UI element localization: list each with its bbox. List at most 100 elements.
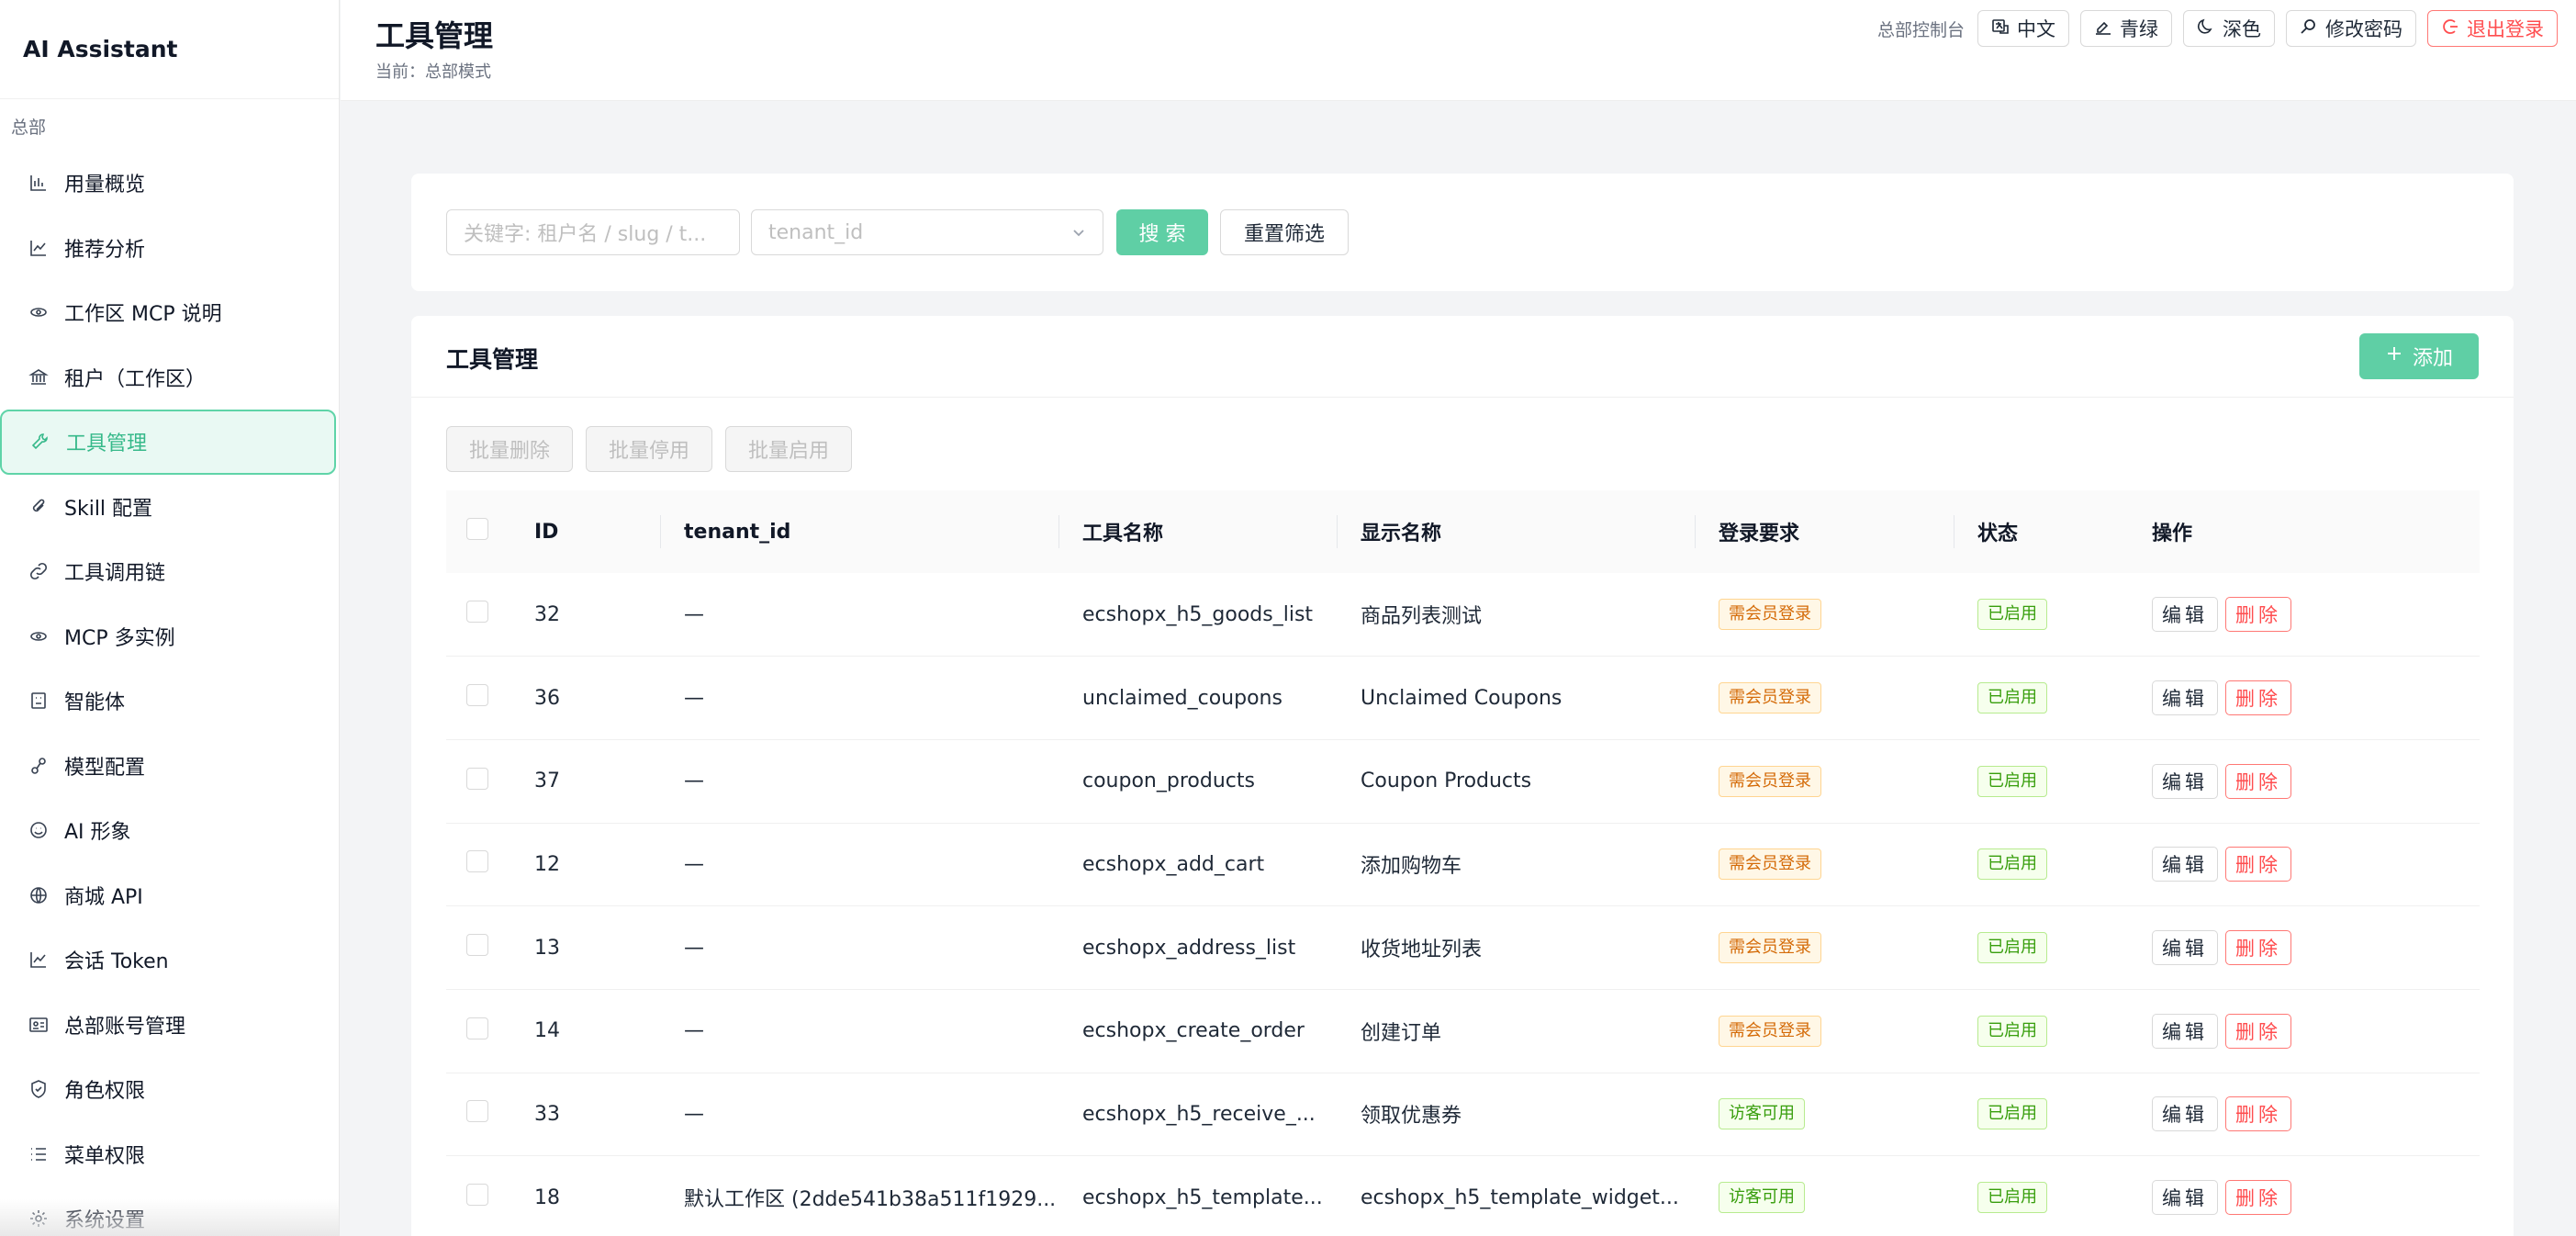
sidebar-item-14[interactable]: 角色权限 bbox=[0, 1057, 337, 1122]
cell-actions: 编辑 删除 bbox=[2128, 739, 2480, 823]
link-icon bbox=[28, 560, 50, 582]
cell-tool-name: ecshopx_h5_goods_list bbox=[1082, 602, 1314, 626]
search-button[interactable]: 搜 索 bbox=[1116, 209, 1208, 255]
bar-chart-icon bbox=[28, 172, 50, 194]
cell-id: 37 bbox=[534, 770, 560, 793]
sidebar-item-8[interactable]: 智能体 bbox=[0, 669, 337, 734]
row-checkbox[interactable] bbox=[446, 657, 510, 740]
sidebar-item-12[interactable]: 会话 Token bbox=[0, 927, 337, 993]
status-badge: 已启用 bbox=[1977, 932, 2047, 964]
sidebar-item-label: 商城 API bbox=[64, 885, 143, 909]
sidebar-item-1[interactable]: 推荐分析 bbox=[0, 216, 337, 281]
sidebar-item-7[interactable]: MCP 多实例 bbox=[0, 604, 337, 669]
sidebar-item-label: 工作区 MCP 说明 bbox=[64, 303, 222, 327]
edit-button[interactable]: 编辑 bbox=[2152, 847, 2218, 882]
batch-enable-button[interactable]: 批量启用 bbox=[725, 426, 853, 472]
cell-tenant-id: — bbox=[684, 602, 704, 626]
console-label: 总部控制台 bbox=[1876, 19, 1965, 40]
sidebar-item-15[interactable]: 菜单权限 bbox=[0, 1122, 337, 1187]
edit-button[interactable]: 编辑 bbox=[2152, 597, 2218, 633]
robot-icon bbox=[28, 690, 50, 712]
table-row: 33 — ecshopx_h5_receive_... 领取优惠券 访客可用 已启用 编辑删… bbox=[446, 1073, 2480, 1156]
edit-button[interactable]: 编辑 bbox=[2152, 680, 2218, 716]
keyword-placeholder: 关键字: 租户名 / slug / t... bbox=[464, 223, 707, 246]
cell-display-name: 领取优惠券 bbox=[1361, 1105, 1462, 1129]
keyword-search-input[interactable]: 关键字: 租户名 / slug / t... bbox=[446, 209, 740, 255]
sidebar-item-label: Skill 配置 bbox=[64, 497, 153, 521]
table-row: 12 — ecshopx_add_cart 添加购物车 需会员登录 已启用 编辑 删除 bbox=[446, 823, 2480, 906]
edit-button[interactable]: 编辑 bbox=[2152, 1013, 2218, 1049]
cell-tenant-id: — bbox=[684, 936, 704, 960]
row-checkbox[interactable] bbox=[446, 823, 510, 906]
language-button[interactable]: 中文 bbox=[1977, 10, 2069, 47]
sidebar-item-10[interactable]: AI 形象 bbox=[0, 798, 337, 863]
row-checkbox[interactable] bbox=[446, 573, 510, 657]
header-actions: 总部控制台 中文 青绿 深色 修改密码 退出登录 bbox=[1877, 10, 2558, 47]
page-title: 工具管理 bbox=[375, 18, 494, 53]
cell-login-requirement: 需会员登录 bbox=[1695, 989, 1954, 1073]
cell-login-requirement: 需会员登录 bbox=[1695, 739, 1954, 823]
tools-table: ID tenant_id 工具名称 显示名称 登录要求 状态 操作 32 — ecs… bbox=[446, 490, 2480, 1236]
sidebar-item-5[interactable]: Skill 配置 bbox=[0, 475, 337, 540]
logout-button[interactable]: 退出登录 bbox=[2427, 10, 2558, 47]
column-header-status: 状态 bbox=[1954, 490, 2128, 573]
cell-actions: 编辑 删除 bbox=[2128, 657, 2480, 740]
row-checkbox[interactable] bbox=[446, 906, 510, 990]
sidebar-item-2[interactable]: 工作区 MCP 说明 bbox=[0, 280, 337, 345]
sidebar-item-0[interactable]: 用量概览 bbox=[0, 151, 337, 216]
cell-status: 已启用 bbox=[1954, 573, 2128, 657]
select-all-checkbox[interactable] bbox=[446, 490, 510, 573]
cell-status: 已启用 bbox=[1954, 1073, 2128, 1156]
row-checkbox[interactable] bbox=[446, 1156, 510, 1236]
globe-icon bbox=[28, 884, 50, 906]
reset-filter-button[interactable]: 重置筛选 bbox=[1220, 209, 1349, 255]
delete-button[interactable]: 删除 bbox=[2225, 1013, 2291, 1049]
cell-tool-name: unclaimed_coupons bbox=[1082, 686, 1282, 710]
add-button[interactable]: 添加 bbox=[2359, 333, 2479, 379]
sidebar-item-label: 角色权限 bbox=[64, 1080, 146, 1104]
status-badge: 已启用 bbox=[1977, 1098, 2047, 1130]
sidebar-item-13[interactable]: 总部账号管理 bbox=[0, 993, 337, 1058]
edit-button[interactable]: 编辑 bbox=[2152, 1180, 2218, 1216]
cell-login-requirement: 需会员登录 bbox=[1695, 823, 1954, 906]
delete-button[interactable]: 删除 bbox=[2225, 1180, 2291, 1216]
cell-tool-name: ecshopx_create_order bbox=[1082, 1019, 1305, 1043]
cell-id: 12 bbox=[534, 852, 560, 876]
edit-button[interactable]: 编辑 bbox=[2152, 930, 2218, 966]
cell-status: 已启用 bbox=[1954, 1156, 2128, 1236]
sidebar-item-3[interactable]: 租户（工作区） bbox=[0, 345, 337, 410]
cell-display-name: 创建订单 bbox=[1361, 1021, 1442, 1045]
tenant-id-select[interactable]: tenant_id bbox=[751, 209, 1103, 255]
cell-tenant-id: — bbox=[684, 1102, 704, 1126]
delete-button[interactable]: 删除 bbox=[2225, 597, 2291, 633]
logout-icon bbox=[2441, 17, 2459, 40]
delete-button[interactable]: 删除 bbox=[2225, 847, 2291, 882]
row-checkbox[interactable] bbox=[446, 1073, 510, 1156]
row-checkbox[interactable] bbox=[446, 989, 510, 1073]
change-password-button[interactable]: 修改密码 bbox=[2286, 10, 2416, 47]
sidebar-item-label: 会话 Token bbox=[64, 950, 169, 974]
edit-button[interactable]: 编辑 bbox=[2152, 1096, 2218, 1132]
edit-button[interactable]: 编辑 bbox=[2152, 763, 2218, 799]
dark-mode-button[interactable]: 深色 bbox=[2183, 10, 2275, 47]
sidebar-item-11[interactable]: 商城 API bbox=[0, 863, 337, 928]
cell-id: 36 bbox=[534, 686, 560, 710]
batch-delete-button[interactable]: 批量删除 bbox=[446, 426, 574, 472]
cell-login-requirement: 需会员登录 bbox=[1695, 906, 1954, 990]
delete-button[interactable]: 删除 bbox=[2225, 763, 2291, 799]
delete-button[interactable]: 删除 bbox=[2225, 680, 2291, 716]
delete-button[interactable]: 删除 bbox=[2225, 930, 2291, 966]
cell-login-requirement: 需会员登录 bbox=[1695, 573, 1954, 657]
theme-button[interactable]: 青绿 bbox=[2080, 10, 2172, 47]
sidebar-item-label: 菜单权限 bbox=[64, 1144, 146, 1168]
logout-label: 退出登录 bbox=[2467, 18, 2544, 40]
sidebar-item-4[interactable]: 工具管理 bbox=[0, 410, 336, 475]
sidebar-item-9[interactable]: 模型配置 bbox=[0, 734, 337, 799]
delete-button[interactable]: 删除 bbox=[2225, 1096, 2291, 1132]
cell-tenant-id: — bbox=[684, 686, 704, 710]
search-icon bbox=[2300, 17, 2318, 40]
batch-disable-button[interactable]: 批量停用 bbox=[586, 426, 713, 472]
row-checkbox[interactable] bbox=[446, 739, 510, 823]
sidebar-nav: 用量概览 推荐分析工作区 MCP 说明租户（工作区） 工具管理 Skill 配置工具调… bbox=[0, 151, 339, 1236]
sidebar-item-6[interactable]: 工具调用链 bbox=[0, 539, 337, 604]
